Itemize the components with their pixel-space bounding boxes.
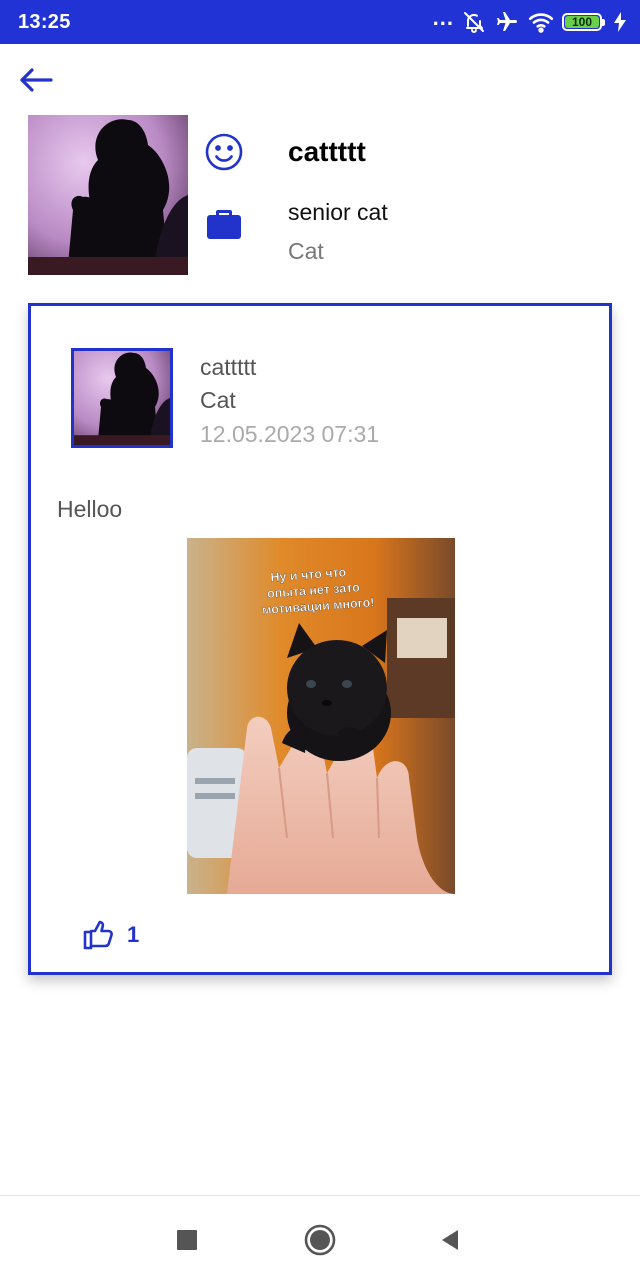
charging-icon: [614, 12, 626, 32]
post-date: 12.05.2023 07:31: [200, 421, 380, 447]
profile-department: Cat: [288, 238, 324, 264]
system-back-button[interactable]: [430, 1220, 470, 1260]
post-card[interactable]: cattttt Cat 12.05.2023 07:31 Helloo Ну и…: [28, 303, 612, 975]
airplane-icon: [494, 10, 520, 34]
like-button[interactable]: 1: [83, 920, 139, 950]
recent-apps-icon: [177, 1230, 197, 1250]
status-icons: ... 100: [432, 5, 626, 36]
post-author-name: cattttt: [200, 354, 257, 380]
battery-icon: 100: [562, 13, 605, 31]
profile-position: senior cat: [288, 199, 388, 225]
battery-level: 100: [571, 15, 593, 29]
home-button[interactable]: [300, 1220, 340, 1260]
profile-name: cattttt: [288, 136, 366, 167]
smile-icon: [204, 132, 244, 172]
thumbs-up-icon: [83, 920, 113, 950]
post-author-avatar[interactable]: [71, 348, 173, 448]
like-count: 1: [127, 922, 140, 947]
post-image[interactable]: Ну и что что опыта нет зато мотивации мн…: [187, 538, 455, 894]
wifi-icon: [528, 11, 554, 33]
bell-off-icon: [462, 10, 486, 34]
back-triangle-icon: [442, 1230, 458, 1250]
status-bar: 13:25 ... 100: [0, 0, 640, 44]
post-author-department: Cat: [200, 387, 236, 413]
status-time: 13:25: [18, 11, 71, 33]
post-text: Helloo: [57, 496, 123, 522]
more-notifications-icon: ...: [432, 5, 454, 30]
back-button[interactable]: [16, 60, 56, 100]
recent-apps-button[interactable]: [167, 1220, 207, 1260]
profile-photo[interactable]: [28, 115, 188, 275]
system-nav-bar: [0, 1195, 640, 1280]
arrow-left-icon: [20, 68, 53, 92]
briefcase-icon: [204, 202, 244, 242]
home-icon: [304, 1224, 336, 1256]
